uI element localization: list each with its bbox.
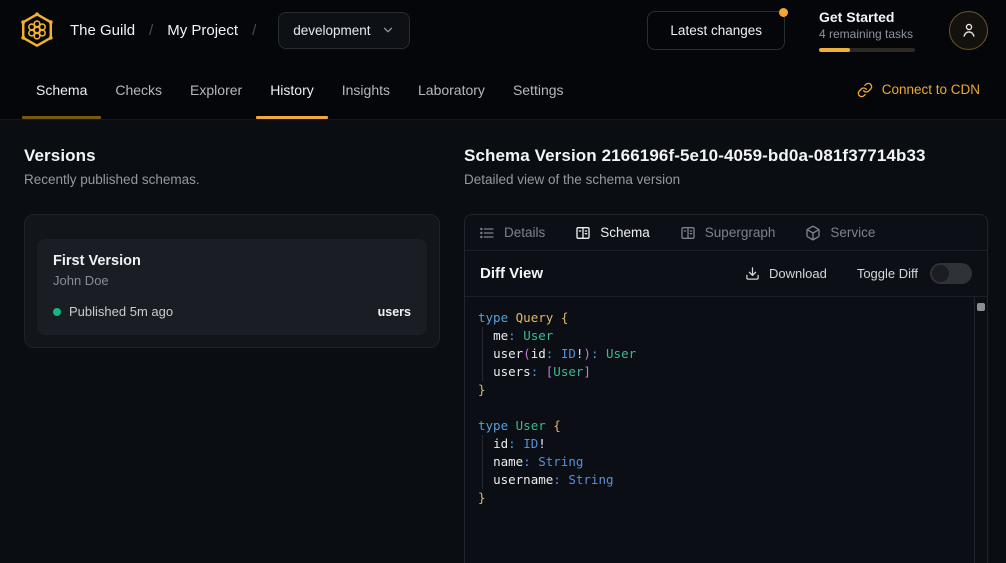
schema-version-panel: Schema Version 2166196f-5e10-4059-bd0a-0… bbox=[464, 120, 1006, 563]
connect-to-cdn-button[interactable]: Connect to CDN bbox=[857, 60, 984, 119]
version-list-item[interactable]: First Version John Doe Published 5m ago … bbox=[37, 239, 427, 335]
versions-title: Versions bbox=[24, 146, 440, 166]
toggle-diff-switch[interactable] bbox=[930, 263, 972, 284]
get-started-title: Get Started bbox=[819, 9, 915, 25]
detail-tab-label: Service bbox=[830, 225, 875, 240]
nav-tab-list: SchemaChecksExplorerHistoryInsightsLabor… bbox=[22, 60, 578, 119]
nav-tab-schema[interactable]: Schema bbox=[22, 60, 101, 119]
code-line: username: String bbox=[478, 471, 963, 489]
diff-view-title: Diff View bbox=[480, 265, 543, 282]
top-header: The Guild / My Project / development Lat… bbox=[0, 0, 1006, 60]
code-line: type User { bbox=[478, 417, 963, 435]
nav-tab-laboratory[interactable]: Laboratory bbox=[404, 60, 499, 119]
published-status-dot bbox=[53, 308, 61, 316]
version-name: First Version bbox=[53, 253, 411, 269]
versions-panel: Versions Recently published schemas. Fir… bbox=[0, 120, 464, 563]
code-line: name: String bbox=[478, 453, 963, 471]
detail-tab-details[interactable]: Details bbox=[479, 225, 545, 241]
nav-tab-insights[interactable]: Insights bbox=[328, 60, 404, 119]
code-line: type Query { bbox=[478, 309, 963, 327]
chevron-down-icon bbox=[381, 23, 395, 37]
nav-tab-explorer[interactable]: Explorer bbox=[176, 60, 256, 119]
version-author: John Doe bbox=[53, 273, 411, 288]
toggle-diff-label: Toggle Diff bbox=[857, 266, 918, 281]
connect-to-cdn-label: Connect to CDN bbox=[882, 82, 980, 97]
code-line: id: ID! bbox=[478, 435, 963, 453]
code-line bbox=[478, 399, 963, 417]
schema-version-subtitle: Detailed view of the schema version bbox=[464, 172, 988, 187]
get-started-progress-fill bbox=[819, 48, 850, 52]
notification-dot bbox=[779, 8, 788, 17]
user-avatar-button[interactable] bbox=[949, 11, 988, 50]
link-icon bbox=[857, 82, 873, 98]
versions-list-card: First Version John Doe Published 5m ago … bbox=[24, 214, 440, 348]
detail-tab-schema[interactable]: Schema bbox=[575, 225, 650, 241]
list-icon bbox=[479, 225, 495, 241]
detail-tab-label: Details bbox=[504, 225, 545, 240]
version-status: Published 5m ago bbox=[69, 304, 173, 319]
person-icon bbox=[960, 21, 978, 39]
detail-tab-list: Details Schema Supergraph Service bbox=[465, 215, 987, 251]
main-nav: SchemaChecksExplorerHistoryInsightsLabor… bbox=[0, 60, 1006, 120]
download-icon bbox=[745, 266, 760, 281]
toggle-knob bbox=[932, 265, 949, 282]
code-line: me: User bbox=[478, 327, 963, 345]
detail-tab-service[interactable]: Service bbox=[805, 225, 875, 241]
hive-logo-icon[interactable] bbox=[18, 11, 56, 49]
latest-changes-button[interactable]: Latest changes bbox=[647, 11, 785, 50]
code-scrollbar[interactable] bbox=[974, 297, 987, 563]
code-line: users: [User] bbox=[478, 363, 963, 381]
diff-view-header: Diff View Download Toggle Diff bbox=[465, 251, 987, 297]
schema-detail-card: Details Schema Supergraph Service Diff View… bbox=[464, 214, 988, 563]
columns-icon bbox=[680, 225, 696, 241]
code-line: } bbox=[478, 381, 963, 399]
scrollbar-thumb[interactable] bbox=[977, 303, 985, 311]
download-label: Download bbox=[769, 266, 827, 281]
detail-tab-label: Supergraph bbox=[705, 225, 776, 240]
breadcrumb-project[interactable]: My Project bbox=[167, 22, 238, 39]
target-selector-value: development bbox=[293, 23, 370, 38]
service-badge: users bbox=[378, 305, 411, 319]
code-line: } bbox=[478, 489, 963, 507]
schema-version-title: Schema Version 2166196f-5e10-4059-bd0a-0… bbox=[464, 146, 988, 166]
schema-code-viewer[interactable]: type Query { me: User user(id: ID!): Use… bbox=[465, 297, 987, 563]
breadcrumb: The Guild / My Project / development bbox=[18, 11, 410, 49]
breadcrumb-separator: / bbox=[252, 22, 256, 39]
breadcrumb-separator: / bbox=[149, 22, 153, 39]
nav-tab-settings[interactable]: Settings bbox=[499, 60, 578, 119]
versions-subtitle: Recently published schemas. bbox=[24, 172, 440, 187]
nav-tab-checks[interactable]: Checks bbox=[101, 60, 176, 119]
code-block: type Query { me: User user(id: ID!): Use… bbox=[478, 309, 963, 507]
detail-tab-label: Schema bbox=[600, 225, 650, 240]
columns-icon bbox=[575, 225, 591, 241]
code-line: user(id: ID!): User bbox=[478, 345, 963, 363]
get-started-subtitle: 4 remaining tasks bbox=[819, 27, 915, 41]
nav-tab-history[interactable]: History bbox=[256, 60, 328, 119]
main-content: Versions Recently published schemas. Fir… bbox=[0, 120, 1006, 563]
breadcrumb-org[interactable]: The Guild bbox=[70, 22, 135, 39]
get-started-widget[interactable]: Get Started 4 remaining tasks bbox=[819, 9, 915, 52]
latest-changes-label: Latest changes bbox=[670, 23, 762, 38]
cube-icon bbox=[805, 225, 821, 241]
download-button[interactable]: Download bbox=[745, 266, 827, 281]
detail-tab-supergraph[interactable]: Supergraph bbox=[680, 225, 776, 241]
get-started-progressbar bbox=[819, 48, 915, 52]
target-selector-dropdown[interactable]: development bbox=[278, 12, 409, 49]
